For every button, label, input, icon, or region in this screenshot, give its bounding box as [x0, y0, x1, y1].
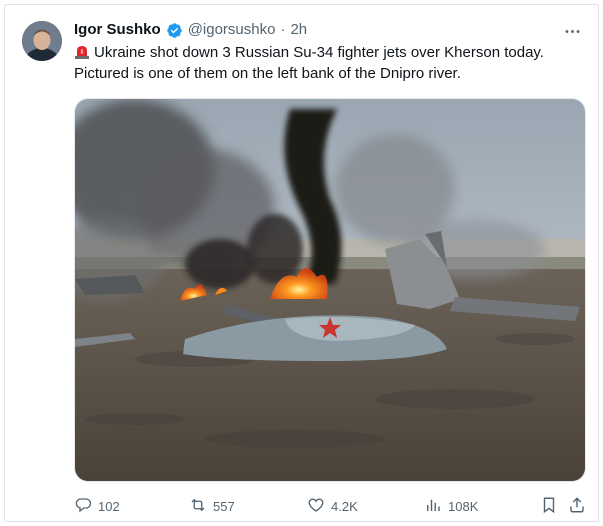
avatar[interactable] — [22, 21, 62, 61]
tweet-text-line-1-content: Ukraine shot down 3 Russian Su-34 fighte… — [94, 44, 544, 61]
bookmark-icon — [540, 496, 558, 517]
separator-dot: · — [280, 21, 286, 38]
repost-button[interactable]: 557 — [189, 496, 235, 517]
tweet-header: Igor Sushko @igorsushko · 2h — [74, 20, 307, 40]
tweet-text-line-1: Ukraine shot down 3 Russian Su-34 fighte… — [74, 42, 584, 63]
more-options-icon[interactable] — [561, 20, 583, 42]
share-icon — [568, 496, 586, 517]
timestamp[interactable]: 2h — [290, 20, 307, 40]
reply-icon — [74, 496, 92, 517]
action-bar: 102 557 4.2K 108K — [74, 493, 586, 519]
views-button[interactable]: 108K — [424, 496, 478, 517]
repost-icon — [189, 496, 207, 517]
reply-count: 102 — [98, 499, 120, 514]
author-handle[interactable]: @igorsushko — [188, 20, 276, 40]
bookmark-button[interactable] — [540, 496, 558, 517]
views-count: 108K — [448, 499, 479, 514]
tweet-card[interactable]: Igor Sushko @igorsushko · 2h Ukraine sho… — [4, 4, 599, 522]
views-icon — [424, 496, 442, 517]
tweet-photo[interactable] — [74, 98, 586, 482]
like-count: 4.2K — [331, 499, 358, 514]
repost-count: 557 — [213, 499, 235, 514]
reply-button[interactable]: 102 — [74, 496, 120, 517]
police-siren-emoji-icon — [74, 44, 90, 59]
author-name[interactable]: Igor Sushko — [74, 20, 161, 40]
like-button[interactable]: 4.2K — [307, 496, 358, 517]
share-button[interactable] — [568, 496, 586, 517]
tweet-text: Ukraine shot down 3 Russian Su-34 fighte… — [74, 42, 584, 84]
like-icon — [307, 496, 325, 517]
verified-badge-icon — [166, 22, 183, 39]
photo-crashed-jet — [75, 99, 585, 481]
tweet-text-line-2: Pictured is one of them on the left bank… — [74, 65, 461, 82]
